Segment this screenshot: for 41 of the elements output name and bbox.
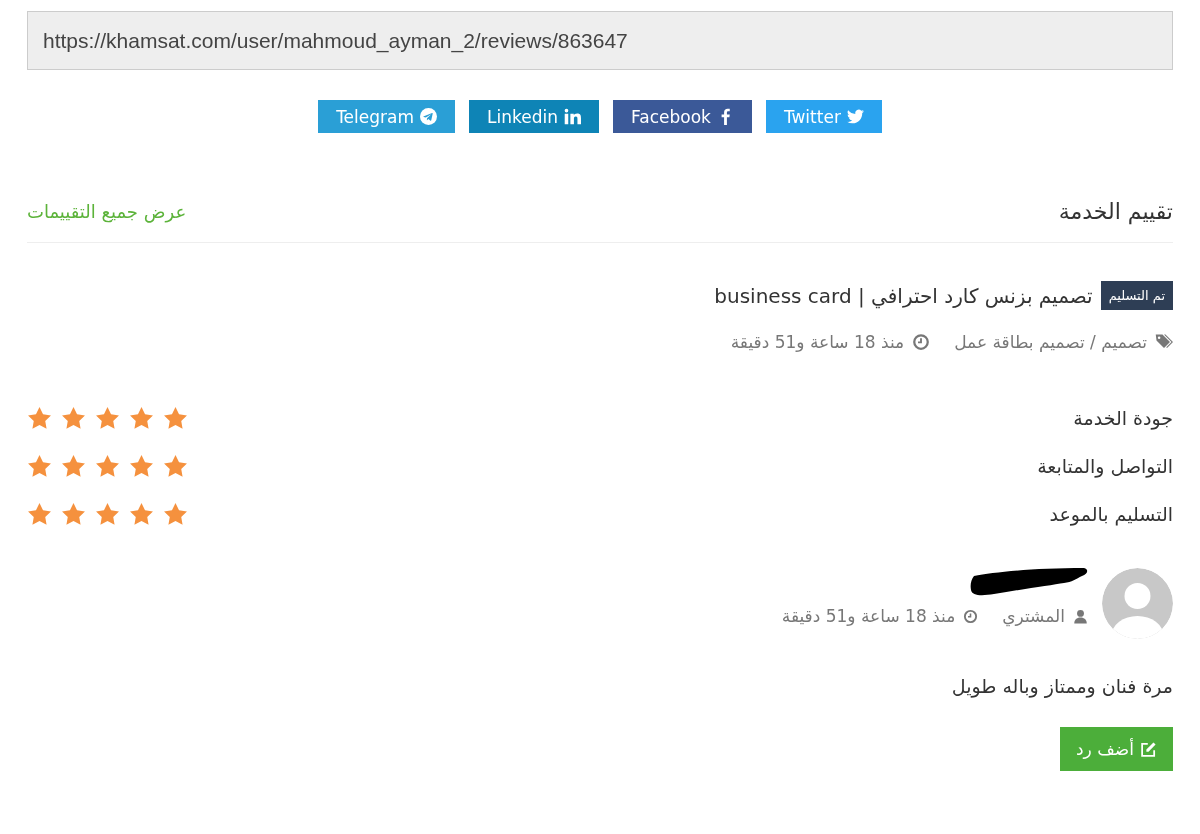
tags-icon bbox=[1155, 333, 1173, 351]
paper-plane-icon bbox=[420, 108, 438, 125]
star-icon bbox=[163, 501, 188, 527]
time-text: منذ 18 ساعة و51 دقيقة bbox=[730, 332, 905, 352]
category-text: تصميم / تصميم بطاقة عمل bbox=[954, 332, 1147, 352]
star-icon bbox=[27, 453, 52, 479]
status-badge: تم التسليم bbox=[1100, 281, 1173, 310]
review-comment: مرة فنان وممتاز وباله طويل bbox=[950, 675, 1173, 697]
link-field[interactable]: https://khamsat.com/user/mahmoud_ayman_2/reviews/863647 bbox=[27, 11, 1173, 70]
clock-icon bbox=[912, 333, 931, 351]
reviewer-role: المشتري bbox=[1002, 606, 1065, 626]
view-all-link[interactable]: عرض جميع التقييمات bbox=[27, 201, 187, 222]
star-icon bbox=[61, 453, 86, 479]
star-icon bbox=[129, 453, 154, 479]
reply-button[interactable]: أضف رد bbox=[1060, 727, 1173, 771]
clock-icon bbox=[963, 608, 979, 624]
star-icon bbox=[129, 501, 154, 527]
rating-label: جودة الخدمة bbox=[1073, 407, 1173, 429]
bird-icon bbox=[846, 108, 864, 125]
star-icon bbox=[61, 501, 86, 527]
star-icon bbox=[95, 405, 120, 431]
edit-icon bbox=[1140, 740, 1157, 758]
star-icon bbox=[95, 501, 120, 527]
star-icon bbox=[27, 405, 52, 431]
star-icon bbox=[163, 405, 188, 431]
linkedin-in-icon bbox=[564, 108, 581, 125]
rating-label: التسليم بالموعد bbox=[1049, 503, 1173, 525]
section-title: تقييم الخدمة bbox=[1058, 199, 1173, 224]
service-title[interactable]: تصميم بزنس كارد احترافي | business card bbox=[714, 283, 1093, 308]
share-button[interactable]: Facebook bbox=[613, 100, 752, 133]
star-icon bbox=[129, 405, 154, 431]
user-icon bbox=[1073, 608, 1088, 624]
star-icon bbox=[61, 405, 86, 431]
star-icon bbox=[27, 501, 52, 527]
star-icon bbox=[95, 453, 120, 479]
review-time: منذ 18 ساعة و51 دقيقة bbox=[781, 606, 956, 626]
rating-label: التواصل والمتابعة bbox=[1037, 455, 1173, 477]
share-button[interactable]: Twitter bbox=[765, 100, 882, 133]
star-icon bbox=[163, 453, 188, 479]
share-button[interactable]: Linkedin bbox=[469, 100, 599, 133]
share-button[interactable]: Telegram bbox=[318, 100, 456, 133]
